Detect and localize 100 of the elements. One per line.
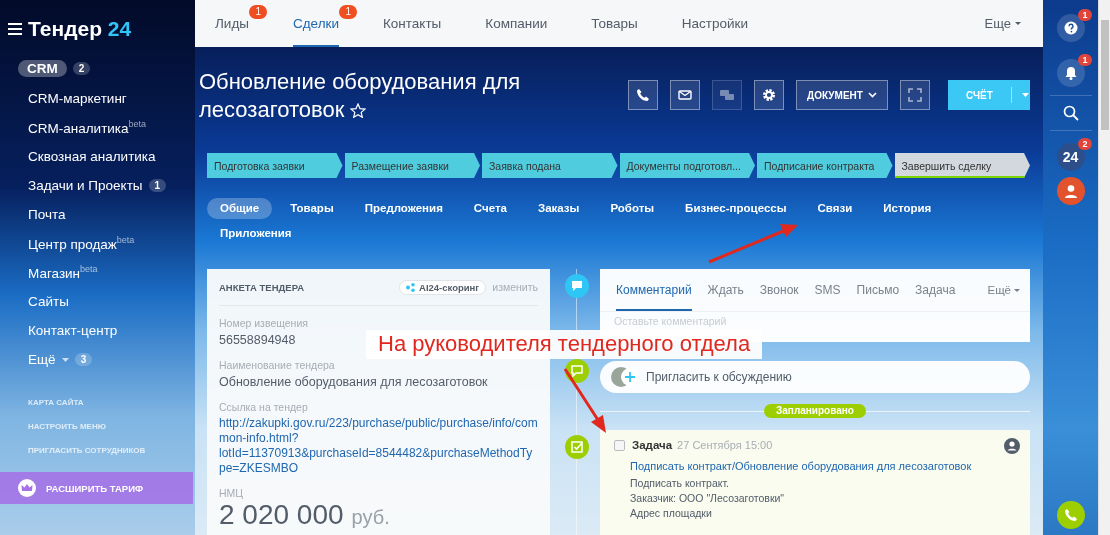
phone-button[interactable]	[628, 80, 658, 110]
stage-step[interactable]: Размещение заявки	[344, 153, 480, 178]
stage-step[interactable]: Подписание контракта	[757, 153, 893, 178]
section-tab[interactable]: Приложения	[207, 223, 305, 244]
section-tab[interactable]: Роботы	[597, 198, 668, 219]
more-menu[interactable]: Ещё	[987, 269, 1020, 311]
mail-button[interactable]	[670, 80, 700, 110]
counter-badge: 2	[1078, 138, 1092, 150]
notifications-icon	[1063, 66, 1078, 80]
activity-tab[interactable]: Письмо	[856, 269, 900, 311]
star-icon[interactable]	[350, 103, 367, 118]
field-label: Ссылка на тендер	[219, 400, 309, 414]
stage-step[interactable]: Подготовка заявки	[207, 153, 343, 178]
task-checkbox[interactable]	[614, 439, 625, 451]
counter-badge: 3	[74, 353, 93, 366]
sidebar-item[interactable]: Магазин$^{beta}$	[18, 258, 195, 287]
activity-tab[interactable]: Комментарий	[616, 269, 692, 311]
expand-button[interactable]	[900, 80, 930, 110]
section-tab[interactable]: Счета	[460, 198, 520, 219]
call-button[interactable]	[1056, 501, 1085, 529]
price-value: 2 020 000	[219, 500, 344, 530]
help-button[interactable]	[1056, 14, 1085, 42]
activity-tab[interactable]: SMS	[814, 269, 841, 311]
nav-tab[interactable]: Контакты	[383, 0, 442, 47]
stage-step[interactable]: Завершить сделку	[894, 153, 1030, 178]
document-button[interactable]: ДОКУМЕНТ	[796, 80, 888, 110]
counter-badge: 1	[1078, 54, 1092, 66]
field-label: Наименование тендера	[219, 358, 336, 372]
section-tab[interactable]: Товары	[277, 198, 347, 219]
sidebar-item[interactable]: Центр продаж$^{beta}$	[18, 229, 195, 258]
sidebar-item[interactable]: CRM-аналитика$^{beta}$	[18, 113, 195, 142]
caret-icon	[1015, 22, 1021, 25]
field-label: НМЦ	[219, 486, 245, 500]
card-title: АНКЕТА ТЕНДЕРА	[219, 281, 305, 293]
nav-tab[interactable]: Настройки	[681, 0, 748, 47]
profile-avatar[interactable]	[1056, 177, 1085, 205]
caret-icon	[1014, 288, 1020, 292]
invite-field[interactable]: Пригласить к обсуждению	[600, 361, 1030, 393]
task-description: Заказчик: ООО "Лесозаготовки"	[630, 491, 786, 506]
sidebar-item[interactable]: Контакт-центр	[18, 316, 195, 345]
task-description: Адрес площадки	[630, 506, 713, 521]
invite-input[interactable]: Пригласить к обсуждению	[646, 370, 946, 384]
field-label: Номер извещения	[219, 316, 309, 330]
section-label: Запланировано	[764, 404, 866, 418]
section-tab[interactable]: Предложения	[351, 198, 456, 219]
task-icon	[571, 441, 583, 453]
stage-step[interactable]: Документы подготовл...	[619, 153, 755, 178]
upgrade-button[interactable]: РАСШИРИТЬ ТАРИФ	[0, 472, 193, 504]
nav-tab[interactable]: Товары	[591, 0, 638, 47]
tender-link[interactable]: http://zakupki.gov.ru/223/purchase/public/purchase/info/common-info.html?lotId=11370913&purchaseId=8544482&purchaseMethodType=ZKESMBO	[219, 416, 538, 476]
search-icon[interactable]	[1062, 105, 1079, 121]
app-logo[interactable]: Тендер 24	[28, 17, 132, 41]
nav-tab[interactable]: Компании	[485, 0, 548, 47]
annotation-text: На руководителя тендерного отдела	[366, 330, 763, 359]
chevron-icon	[867, 92, 877, 98]
task-date: 27 Сентября 15:00	[677, 439, 773, 451]
counter-badge: 1	[148, 179, 167, 192]
notifications-button[interactable]	[1056, 59, 1085, 87]
counter-badge: 1	[1078, 9, 1092, 21]
mail-icon	[678, 88, 692, 102]
sidebar-item[interactable]: Ещё 3	[18, 345, 195, 374]
section-tab[interactable]: Связи	[804, 198, 866, 219]
comment-icon	[571, 280, 583, 292]
nav-tab[interactable]: Сделки	[293, 0, 339, 47]
sidebar-item[interactable]: Задачи и Проекты 1	[18, 171, 195, 200]
scrollbar[interactable]	[1098, 0, 1110, 535]
sidebar-item[interactable]: CRM 2	[18, 57, 195, 79]
more-menu[interactable]: Еще	[984, 0, 1021, 47]
section-tab[interactable]: Бизнес-процессы	[672, 198, 800, 219]
settings-icon	[762, 88, 776, 102]
phone-icon	[1063, 508, 1078, 522]
task-type: Задача	[632, 439, 673, 451]
sidebar-item[interactable]: CRM-маркетинг	[18, 84, 195, 113]
sidebar-item[interactable]: Сайты	[18, 287, 195, 316]
activity-tab[interactable]: Ждать	[707, 269, 744, 311]
scoring-button[interactable]: AI24-скоринг	[399, 279, 487, 295]
settings-button[interactable]	[754, 80, 784, 110]
currency-label: руб.	[351, 506, 390, 529]
counter-badge: 1	[249, 5, 267, 19]
section-tab[interactable]: Заказы	[524, 198, 593, 219]
user-icon	[1004, 438, 1020, 454]
user-icon	[1063, 184, 1078, 198]
sidebar-item[interactable]: Почта	[18, 200, 195, 229]
expand-icon	[908, 88, 922, 102]
task-title-link[interactable]: Подписать контракт/Обновление оборудования для лесозаготовок	[630, 460, 1020, 472]
activity-tab[interactable]: Звонок	[759, 269, 799, 311]
menu-icon[interactable]	[8, 23, 22, 35]
chat-icon	[720, 88, 734, 102]
field-value: Обновление оборудования для лесозаготовок	[219, 374, 488, 390]
counter-badge: 1	[339, 5, 357, 19]
chat-icon	[571, 365, 583, 377]
nav-tab[interactable]: Лиды	[215, 0, 249, 47]
counter-badge: 2	[72, 61, 91, 75]
activity-tab[interactable]: Задача	[915, 269, 956, 311]
sidebar-item[interactable]: Сквозная аналитика	[18, 142, 195, 171]
caret-icon	[61, 357, 69, 362]
stage-step[interactable]: Заявка подана	[482, 153, 618, 178]
help-icon	[1063, 21, 1078, 35]
section-tab[interactable]: Общие	[207, 198, 273, 219]
section-tab[interactable]: История	[870, 198, 945, 219]
